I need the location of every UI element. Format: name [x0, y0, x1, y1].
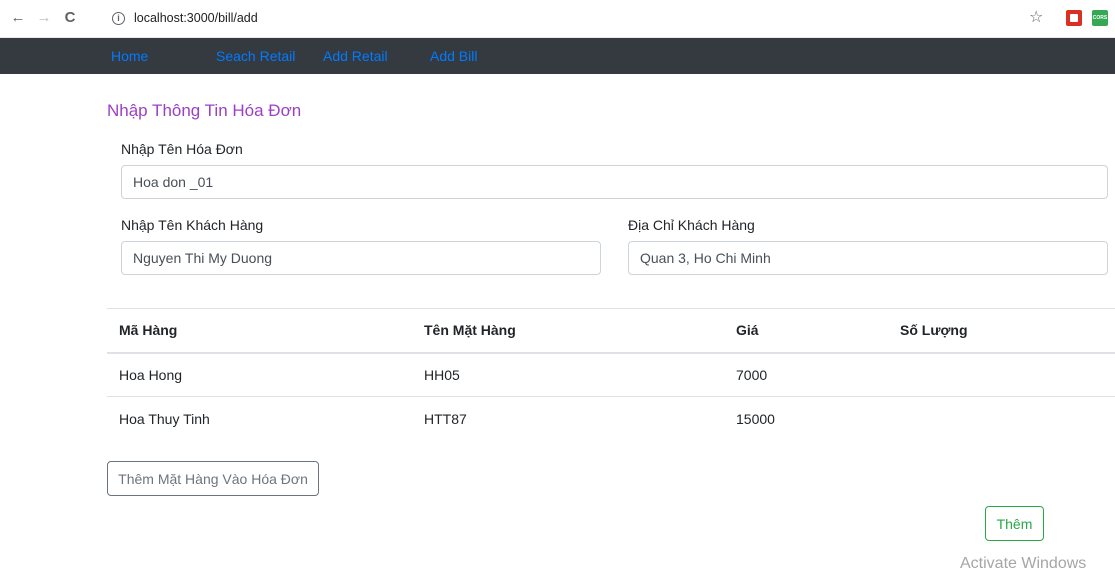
customer-address-label: Địa Chỉ Khách Hàng	[628, 217, 755, 233]
forward-arrow-icon[interactable]: →	[34, 8, 54, 28]
nav-search-retail-link[interactable]: Seach Retail	[216, 48, 295, 64]
add-item-to-bill-button[interactable]: Thêm Mặt Hàng Vào Hóa Đơn	[107, 461, 319, 496]
extension-icon[interactable]	[1066, 10, 1082, 26]
back-arrow-icon[interactable]: ←	[8, 8, 28, 28]
table-row: Hoa Thuy Tinh HTT87 15000	[107, 397, 1115, 441]
url-text[interactable]: localhost:3000/bill/add	[134, 11, 258, 25]
cell-name: HH05	[412, 352, 724, 397]
activate-windows-watermark: Activate Windows	[960, 555, 1087, 572]
reload-icon[interactable]: C	[60, 8, 80, 28]
cell-code: Hoa Hong	[107, 352, 412, 397]
bill-name-label: Nhập Tên Hóa Đơn	[121, 141, 243, 157]
address-bar[interactable]: i localhost:3000/bill/add	[104, 5, 1104, 33]
submit-bill-button[interactable]: Thêm	[985, 506, 1044, 541]
table-row: Hoa Hong HH05 7000	[107, 352, 1115, 397]
cors-extension-icon[interactable]: CORS	[1092, 10, 1108, 26]
nav-home-link[interactable]: Home	[111, 48, 148, 64]
bill-name-input[interactable]	[121, 165, 1108, 199]
table-header-row: Mã Hàng Tên Mặt Hàng Giá Số Lượng	[107, 308, 1115, 354]
nav-add-retail-link[interactable]: Add Retail	[323, 48, 388, 64]
column-header-price: Giá	[724, 308, 888, 354]
browser-toolbar: ← → C i localhost:3000/bill/add ☆ CORS	[0, 0, 1115, 38]
customer-name-input[interactable]	[121, 241, 601, 275]
customer-address-input[interactable]	[628, 241, 1108, 275]
customer-name-label: Nhập Tên Khách Hàng	[121, 217, 264, 233]
column-header-quantity: Số Lượng	[888, 308, 1115, 354]
info-icon[interactable]: i	[112, 12, 125, 25]
cell-price: 15000	[736, 410, 775, 427]
cell-quantity	[888, 397, 1115, 441]
bookmark-star-icon[interactable]: ☆	[1029, 9, 1043, 27]
column-header-code: Mã Hàng	[107, 308, 412, 354]
app-navbar: Home Seach Retail Add Retail Add Bill	[0, 38, 1115, 74]
page-title: Nhập Thông Tin Hóa Đơn	[107, 101, 302, 120]
cell-price: 7000	[724, 352, 888, 397]
cell-quantity	[888, 352, 1115, 397]
column-header-name: Tên Mặt Hàng	[412, 308, 724, 354]
cell-name: HTT87	[424, 410, 467, 427]
nav-add-bill-link[interactable]: Add Bill	[430, 48, 477, 64]
bill-items-table: Mã Hàng Tên Mặt Hàng Giá Số Lượng Hoa Ho…	[107, 308, 1115, 441]
cell-code: Hoa Thuy Tinh	[119, 410, 210, 427]
